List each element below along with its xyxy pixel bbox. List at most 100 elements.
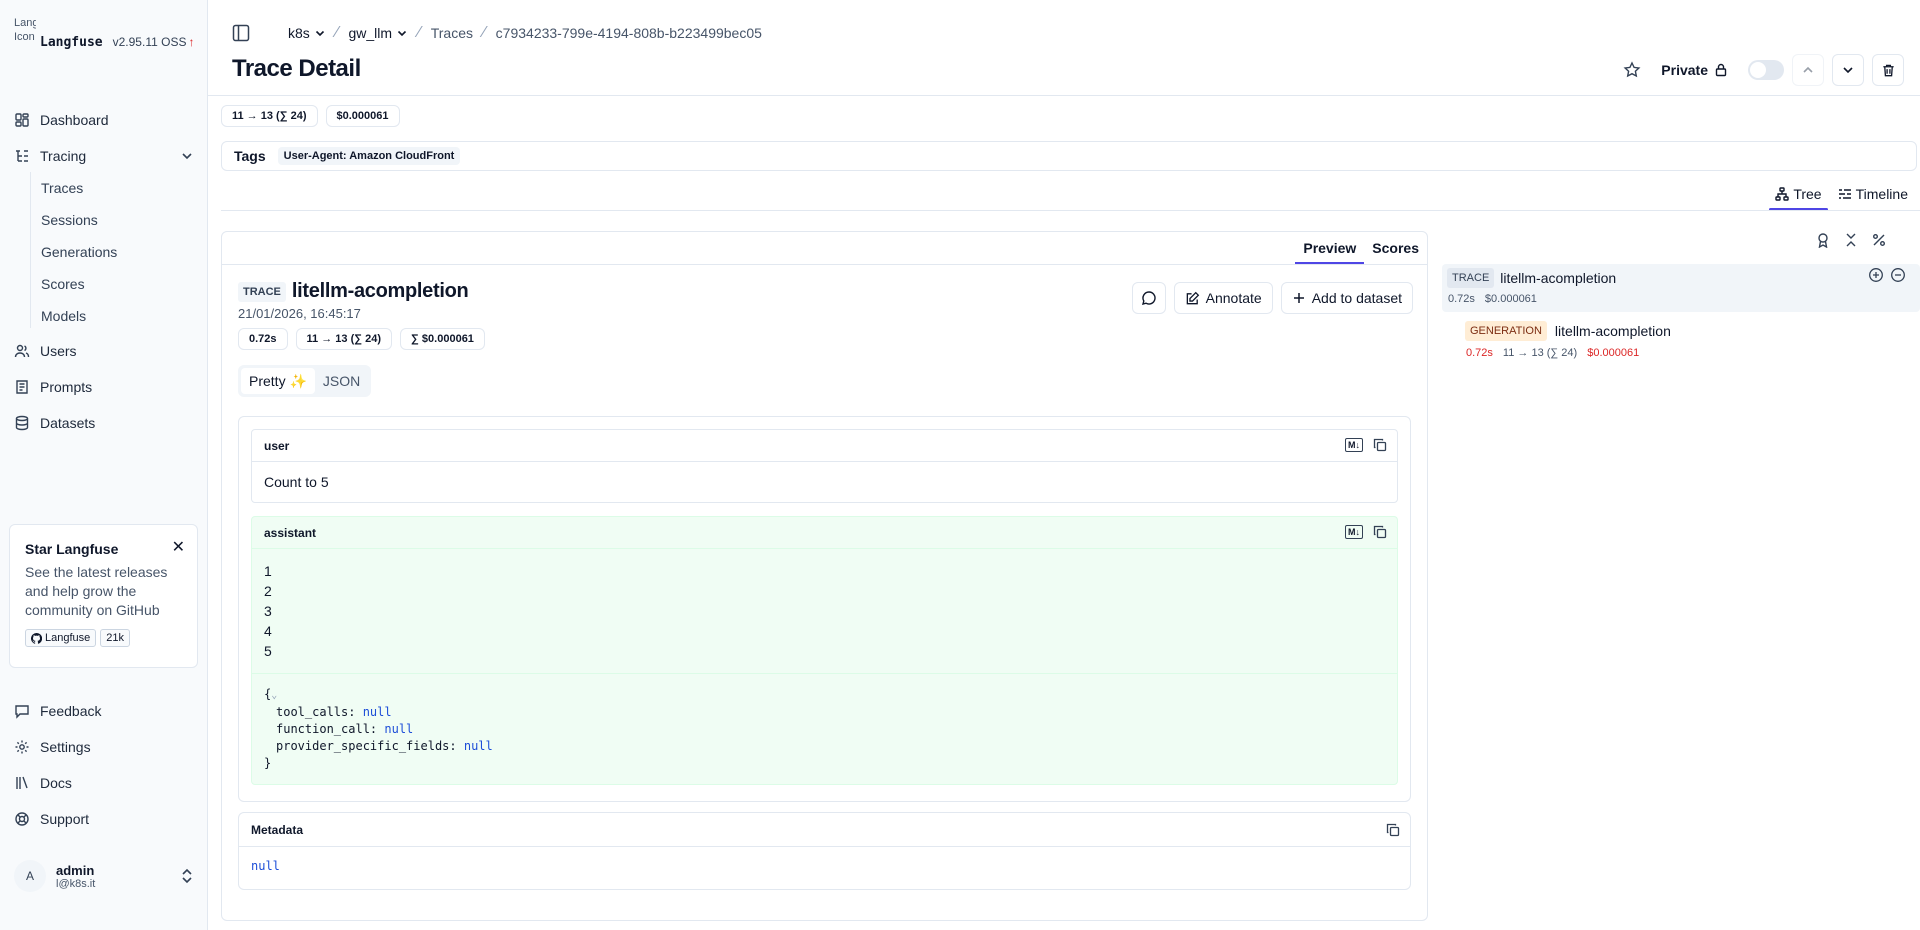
sidebar-item-docs[interactable]: Docs [14, 769, 194, 797]
breadcrumb-project[interactable]: gw_llm [348, 25, 408, 41]
github-star-badge[interactable]: Langfuse 21k [25, 629, 182, 647]
close-icon[interactable]: ✕ [172, 537, 185, 557]
message-role: assistant M↓ [252, 517, 1397, 549]
chevron-down-icon [1843, 67, 1853, 74]
json-brace: } [264, 756, 272, 770]
format-json-button[interactable]: JSON [315, 368, 368, 394]
json-value: null [384, 722, 414, 736]
sidebar-subitem-scores[interactable]: Scores [41, 272, 85, 296]
next-trace-button[interactable] [1832, 54, 1864, 86]
tree-cost: $0.000061 [1587, 347, 1640, 359]
submenu-line [30, 172, 31, 328]
star-icon[interactable] [1623, 61, 1641, 79]
sidebar-item-users[interactable]: Users [14, 337, 194, 365]
trash-icon [1882, 64, 1894, 76]
observation-preview-panel: Preview Scores TRACE litellm-acompletion… [221, 231, 1428, 921]
tab-label: Tree [1793, 186, 1822, 202]
collapse-icon[interactable]: ⌄ [271, 690, 277, 701]
previous-trace-button[interactable] [1792, 54, 1824, 86]
star-langfuse-card: Star Langfuse See the latest releases an… [9, 524, 198, 668]
brand-name: Langfuse [40, 34, 103, 50]
chevron-down-icon [182, 153, 192, 160]
tags-label: Tags [234, 148, 266, 164]
trace-timestamp: 21/01/2026, 16:45:17 [238, 306, 361, 321]
usage-chips: 11 → 13 (∑ 24) $0.000061 [221, 105, 400, 127]
promo-text: See the latest releases and help grow th… [25, 564, 168, 618]
repo-label: Langfuse [45, 632, 91, 644]
percent-icon[interactable] [1871, 232, 1887, 248]
metadata-header: Metadata [239, 813, 1410, 847]
metadata-value: null [251, 859, 280, 873]
breadcrumb-separator: ⁄ [335, 24, 339, 41]
github-star-count: 21k [100, 629, 131, 647]
prompts-icon [16, 380, 28, 394]
version-badge[interactable]: v2.95.11 OSS ↑ [113, 35, 195, 49]
collapse-all-icon[interactable] [1843, 232, 1859, 248]
breadcrumb-separator: ⁄ [483, 24, 486, 41]
message-content: 1 2 3 4 5 [252, 549, 1397, 673]
award-icon[interactable] [1815, 232, 1831, 248]
sidebar-item-settings[interactable]: Settings [14, 733, 194, 761]
copy-icon[interactable] [1373, 525, 1387, 539]
tag-badge: User-Agent: Amazon CloudFront [277, 147, 461, 165]
markdown-toggle-icon[interactable]: M↓ [1345, 438, 1363, 452]
annotate-label: Annotate [1205, 290, 1262, 306]
sidebar-item-tracing[interactable]: Tracing [14, 142, 194, 170]
sidebar-item-dashboard[interactable]: Dashboard [14, 106, 194, 134]
minus-circle-icon[interactable] [1890, 267, 1906, 283]
toggle-sidebar-button[interactable] [232, 24, 250, 42]
tree-node-trace[interactable]: TRACE litellm-acompletion [1447, 268, 1616, 288]
sidebar-item-label: Users [40, 343, 77, 359]
comment-button[interactable] [1131, 282, 1166, 314]
tab-tree[interactable]: Tree [1769, 177, 1828, 211]
sidebar-subitem-generations[interactable]: Generations [41, 240, 117, 264]
sidebar-item-label: Prompts [40, 379, 93, 395]
sidebar-subitem-models[interactable]: Models [41, 304, 86, 328]
json-key: provider_specific_fields [276, 739, 450, 753]
message-content: Count to 5 [264, 474, 329, 490]
copy-icon[interactable] [1373, 438, 1387, 452]
tree-latency: 0.72s [1448, 293, 1475, 305]
sidebar-item-feedback[interactable]: Feedback [14, 697, 194, 725]
metadata-section: Metadata null [238, 812, 1411, 890]
sidebar-item-support[interactable]: Support [14, 805, 194, 833]
copy-icon[interactable] [1386, 823, 1400, 837]
tree-node-metrics: 0.72s 11 → 13 (∑ 24) $0.000061 [1466, 347, 1639, 359]
tab-preview[interactable]: Preview [1295, 232, 1365, 265]
update-arrow-icon: ↑ [188, 35, 195, 49]
github-repo-button[interactable]: Langfuse [25, 629, 97, 647]
add-to-dataset-label: Add to dataset [1311, 290, 1402, 306]
tree-node-generation[interactable]: GENERATION litellm-acompletion [1465, 321, 1671, 341]
tab-timeline[interactable]: Timeline [1832, 177, 1914, 211]
breadcrumb-org[interactable]: k8s [288, 25, 326, 41]
sidebar-item-datasets[interactable]: Datasets [14, 409, 194, 437]
json-field: function_call: null [276, 722, 414, 736]
tree-latency: 0.72s [1466, 347, 1493, 359]
breadcrumb-traces-link[interactable]: Traces [431, 25, 473, 41]
markdown-toggle-icon[interactable]: M↓ [1345, 525, 1363, 539]
pencil-square-icon [1186, 291, 1199, 304]
sidebar-item-prompts[interactable]: Prompts [14, 373, 194, 401]
sidebar-subitem-traces[interactable]: Traces [41, 176, 83, 200]
trace-kind-badge: TRACE [1447, 268, 1495, 288]
plus-circle-icon[interactable] [1868, 267, 1884, 283]
json-value: null [362, 705, 392, 719]
annotate-button[interactable]: Annotate [1173, 282, 1273, 314]
private-toggle[interactable] [1748, 60, 1784, 80]
tags-bar[interactable]: Tags User-Agent: Amazon CloudFront [221, 141, 1917, 171]
brand[interactable]: Langfuse Icon Langfuse v2.95.11 OSS↑ [14, 16, 194, 60]
panel-left-icon [232, 24, 250, 42]
add-to-dataset-button[interactable]: Add to dataset [1280, 282, 1413, 314]
preview-tabs: Preview Scores [1295, 232, 1427, 265]
tab-scores[interactable]: Scores [1364, 232, 1427, 264]
sidebar: Langfuse Icon Langfuse v2.95.11 OSS↑ Das… [0, 0, 208, 930]
sidebar-subitem-sessions[interactable]: Sessions [41, 208, 98, 232]
format-pretty-button[interactable]: Pretty ✨ [241, 368, 315, 394]
user-menu[interactable]: A admin l@k8s.it [14, 856, 194, 896]
page-header: k8s ⁄ gw_llm ⁄ Traces ⁄ c7934233-799e-41… [208, 0, 1920, 96]
cost-chip: $0.000061 [325, 105, 400, 127]
docs-icon [16, 776, 28, 789]
delete-trace-button[interactable] [1872, 54, 1904, 86]
promo-title: Star Langfuse [25, 541, 119, 557]
view-tabs: Tree Timeline [1765, 177, 1920, 211]
